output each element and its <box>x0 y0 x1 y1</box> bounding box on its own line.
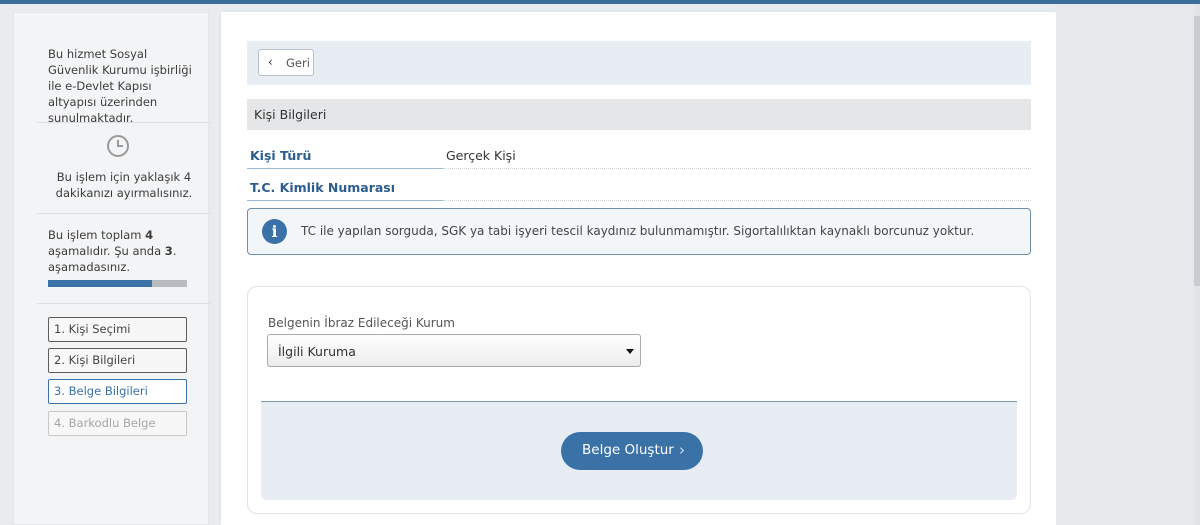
field-underline <box>247 200 443 201</box>
institution-label: Belgenin İbraz Edileceği Kurum <box>268 316 455 330</box>
progress-bar-fill <box>48 280 153 287</box>
step-kisi-bilgileri[interactable]: 2. Kişi Bilgileri <box>48 348 187 373</box>
sidebar: Bu hizmet Sosyal Güvenlik Kurumu işbirli… <box>13 12 211 525</box>
scrollbar-thumb[interactable] <box>1194 16 1200 286</box>
info-icon: i <box>262 219 287 244</box>
main-content: ‹ Geri Kişi Bilgileri Kişi Türü Gerçek K… <box>221 12 1056 525</box>
field-underline <box>247 168 443 169</box>
clock-icon <box>107 135 131 159</box>
section-title: Kişi Bilgileri <box>247 99 1031 130</box>
step-kisi-secimi[interactable]: 1. Kişi Seçimi <box>48 317 187 342</box>
chevron-right-icon: › <box>679 441 685 459</box>
field-dotted-line <box>443 200 1031 201</box>
scrollbar[interactable] <box>1194 4 1200 525</box>
step-barkodlu-belge: 4. Barkodlu Belge <box>48 411 187 436</box>
person-type-label: Kişi Türü <box>250 148 312 163</box>
institution-select[interactable]: İlgili Kuruma <box>267 334 641 367</box>
back-button-label: Geri <box>286 56 310 70</box>
person-type-value: Gerçek Kişi <box>446 148 516 163</box>
sidebar-divider <box>37 122 211 123</box>
back-panel: ‹ Geri <box>247 41 1031 85</box>
page-margin-right <box>1056 4 1200 525</box>
tc-number-label: T.C. Kimlik Numarası <box>250 180 396 195</box>
sidebar-divider <box>37 213 211 214</box>
create-document-label: Belge Oluştur <box>582 442 674 458</box>
info-alert: i TC ile yapılan sorguda, SGK ya tabi iş… <box>247 208 1031 255</box>
sidebar-divider <box>37 303 211 304</box>
progress-bar <box>48 280 187 287</box>
back-button[interactable]: ‹ Geri <box>258 49 314 76</box>
document-form: Belgenin İbraz Edileceği Kurum İlgili Ku… <box>247 286 1031 514</box>
institution-selected-value: İlgili Kuruma <box>278 344 356 359</box>
field-dotted-line <box>443 168 1031 169</box>
chevron-left-icon: ‹ <box>268 55 273 69</box>
service-intro-text: Bu hizmet Sosyal Güvenlik Kurumu işbirli… <box>48 47 192 125</box>
info-message: TC ile yapılan sorguda, SGK ya tabi işye… <box>301 224 975 238</box>
create-document-button[interactable]: Belge Oluştur › <box>561 432 703 470</box>
steps-summary-text: Bu işlem toplam 4 aşamalıdır. Şu anda 3.… <box>48 228 177 274</box>
form-action-area: Belge Oluştur › <box>261 402 1017 500</box>
time-estimate-text: Bu işlem için yaklaşık 4 dakikanızı ayır… <box>55 170 193 200</box>
top-accent-bar <box>0 0 1200 4</box>
caret-down-icon <box>626 349 634 354</box>
step-belge-bilgileri[interactable]: 3. Belge Bilgileri <box>48 379 187 404</box>
